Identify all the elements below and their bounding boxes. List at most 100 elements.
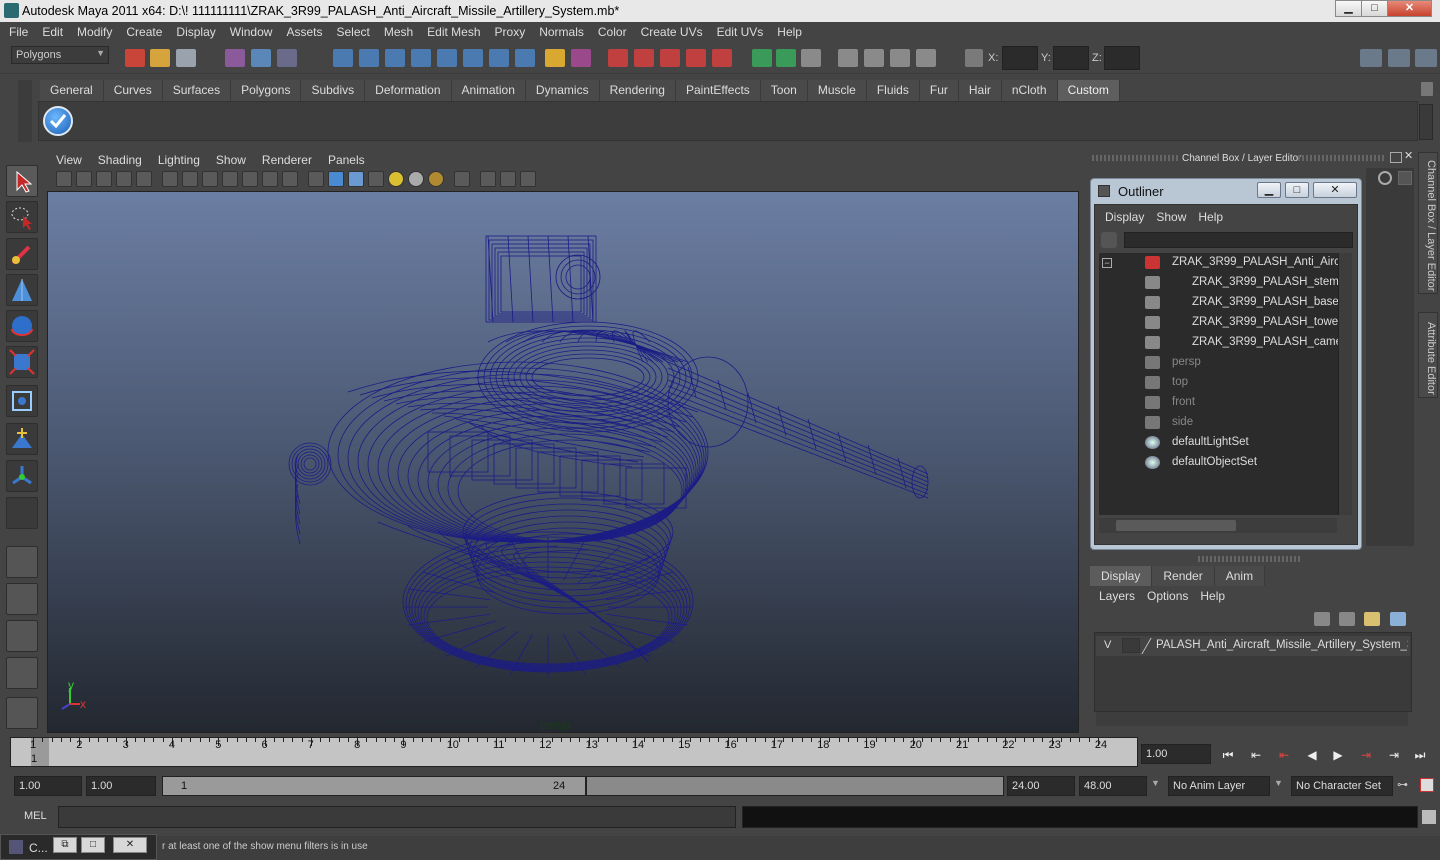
- chevron-down-icon[interactable]: ▼: [1274, 778, 1283, 788]
- input-mode-icon[interactable]: [776, 49, 796, 67]
- menu-window[interactable]: Window: [223, 25, 280, 39]
- dots-icon[interactable]: [916, 49, 936, 67]
- menu-edit[interactable]: Edit: [35, 25, 70, 39]
- textured-icon[interactable]: [368, 171, 384, 187]
- 2d-pan-icon[interactable]: [116, 171, 132, 187]
- isolate-select-icon[interactable]: [454, 171, 470, 187]
- new-layer-selected-icon[interactable]: [1390, 612, 1406, 626]
- menu-assets[interactable]: Assets: [279, 25, 329, 39]
- play-forwards-icon[interactable]: ▶: [1330, 748, 1346, 762]
- shelf-tab-muscle[interactable]: Muscle: [807, 80, 867, 101]
- all-lights-icon[interactable]: [408, 171, 424, 187]
- move-tool-icon[interactable]: [6, 274, 38, 306]
- time-slider[interactable]: 1 1 2 3 4 5 6 7 8 9 10 11 12 13 14 15 16 17 18 19 20 21 22 23 2…: [10, 737, 1138, 767]
- selected-lights-icon[interactable]: [428, 171, 444, 187]
- outliner-menu-display[interactable]: Display: [1099, 210, 1150, 224]
- menu-proxy[interactable]: Proxy: [488, 25, 533, 39]
- y-coord-field[interactable]: [1053, 46, 1089, 70]
- menu-create-uvs[interactable]: Create UVs: [634, 25, 710, 39]
- graph-layout-icon[interactable]: [6, 657, 38, 689]
- select-component-icon[interactable]: [277, 49, 297, 67]
- go-to-start-icon[interactable]: ⏮: [1220, 748, 1236, 762]
- anim-start-field[interactable]: 1.00: [14, 776, 82, 796]
- shelf-scroll[interactable]: [1419, 104, 1433, 140]
- outliner-menu-help[interactable]: Help: [1192, 210, 1229, 224]
- mel-label[interactable]: MEL: [24, 810, 47, 822]
- step-back-key-icon[interactable]: ⇤: [1248, 748, 1264, 762]
- outliner-filter-input[interactable]: [1124, 232, 1353, 248]
- channel-box-options-icon[interactable]: [1378, 171, 1392, 185]
- smooth-shade-icon[interactable]: [328, 171, 344, 187]
- menu-modify[interactable]: Modify: [70, 25, 119, 39]
- menu-help[interactable]: Help: [770, 25, 809, 39]
- panel-grip-right[interactable]: [1298, 155, 1384, 161]
- gate-mask-icon[interactable]: [222, 171, 238, 187]
- step-forward-key-icon[interactable]: ⇥: [1386, 748, 1402, 762]
- shelf-tab-subdivs[interactable]: Subdivs: [301, 80, 366, 101]
- layer-editor-grip[interactable]: [1198, 556, 1302, 562]
- grid-icon[interactable]: [890, 49, 910, 67]
- shelf-tab-deformation[interactable]: Deformation: [365, 80, 452, 101]
- close-button[interactable]: ✕: [1387, 0, 1432, 17]
- hypershade-icon[interactable]: [686, 49, 706, 67]
- snap-grid-icon[interactable]: [333, 49, 353, 67]
- four-pane-layout-icon[interactable]: [6, 583, 38, 615]
- outliner-item[interactable]: front: [1099, 393, 1338, 413]
- grease-pencil-icon[interactable]: [136, 171, 152, 187]
- 3d-viewport[interactable]: [47, 191, 1079, 733]
- shelf-tab-surfaces[interactable]: Surfaces: [162, 80, 232, 101]
- current-time-field[interactable]: 1.00: [1141, 744, 1211, 764]
- vp-menu-panels[interactable]: Panels: [320, 150, 373, 170]
- grid-toggle-icon[interactable]: [162, 171, 178, 187]
- restore-button[interactable]: ⧉: [53, 837, 77, 853]
- camera-attr-icon[interactable]: [56, 171, 72, 187]
- manipulator-tool-icon[interactable]: [6, 385, 38, 417]
- vp-menu-view[interactable]: View: [48, 150, 90, 170]
- character-set-select[interactable]: No Character Set: [1291, 776, 1393, 796]
- ipr-render-icon[interactable]: [634, 49, 654, 67]
- step-back-frame-icon[interactable]: ⇤: [1276, 748, 1292, 762]
- save-scene-icon[interactable]: [176, 49, 196, 67]
- shelf-tab-polygons[interactable]: Polygons: [231, 80, 302, 101]
- safe-title-icon[interactable]: [282, 171, 298, 187]
- anim-end-field[interactable]: 48.00: [1079, 776, 1147, 796]
- construction-icon[interactable]: [489, 49, 509, 67]
- new-scene-icon[interactable]: [125, 49, 145, 67]
- menu-color[interactable]: Color: [591, 25, 634, 39]
- transform-icon[interactable]: [965, 49, 983, 67]
- outliner-item[interactable]: side: [1099, 413, 1338, 433]
- minimize-button[interactable]: ▁: [1335, 0, 1362, 17]
- input-line-icon[interactable]: [752, 49, 772, 67]
- outliner-close-button[interactable]: ✕: [1313, 182, 1357, 198]
- layer-menu-layers[interactable]: Layers: [1093, 589, 1141, 603]
- toggle-attribute-editor-icon[interactable]: [1388, 49, 1410, 67]
- shelf-tab-curves[interactable]: Curves: [103, 80, 163, 101]
- history-icon[interactable]: [463, 49, 483, 67]
- outliner-scroll-thumb[interactable]: [1116, 520, 1236, 531]
- shelf-tab-ncloth[interactable]: nCloth: [1001, 80, 1058, 101]
- script-editor-icon[interactable]: [1422, 810, 1436, 824]
- snap-point-icon[interactable]: [385, 49, 405, 67]
- image-plane-icon[interactable]: [96, 171, 112, 187]
- custom-layout-icon[interactable]: [6, 697, 38, 729]
- x-coord-field[interactable]: [1002, 46, 1038, 70]
- menu-select[interactable]: Select: [329, 25, 376, 39]
- outliner-item[interactable]: persp: [1099, 353, 1338, 373]
- default-light-icon[interactable]: [388, 171, 404, 187]
- z-coord-field[interactable]: [1104, 46, 1140, 70]
- move-layer-up-icon[interactable]: [1314, 612, 1330, 626]
- menu-create[interactable]: Create: [119, 25, 169, 39]
- menu-display[interactable]: Display: [169, 25, 222, 39]
- shelf-tab-fluids[interactable]: Fluids: [866, 80, 920, 101]
- layer-tab-anim[interactable]: Anim: [1214, 566, 1266, 586]
- clipboard-icon[interactable]: [801, 49, 821, 67]
- render-view-icon[interactable]: [712, 49, 732, 67]
- attribute-editor-side-tab[interactable]: Attribute Editor: [1418, 312, 1438, 398]
- outliner-menu-show[interactable]: Show: [1150, 210, 1192, 224]
- menu-mesh[interactable]: Mesh: [377, 25, 420, 39]
- show-manipulator-icon[interactable]: [6, 460, 38, 492]
- shelf-tab-general[interactable]: General: [40, 80, 104, 101]
- scale-tool-icon[interactable]: [6, 346, 38, 378]
- xray-icon[interactable]: [480, 171, 496, 187]
- outliner-item[interactable]: ZRAK_3R99_PALASH_stem_le: [1099, 273, 1338, 293]
